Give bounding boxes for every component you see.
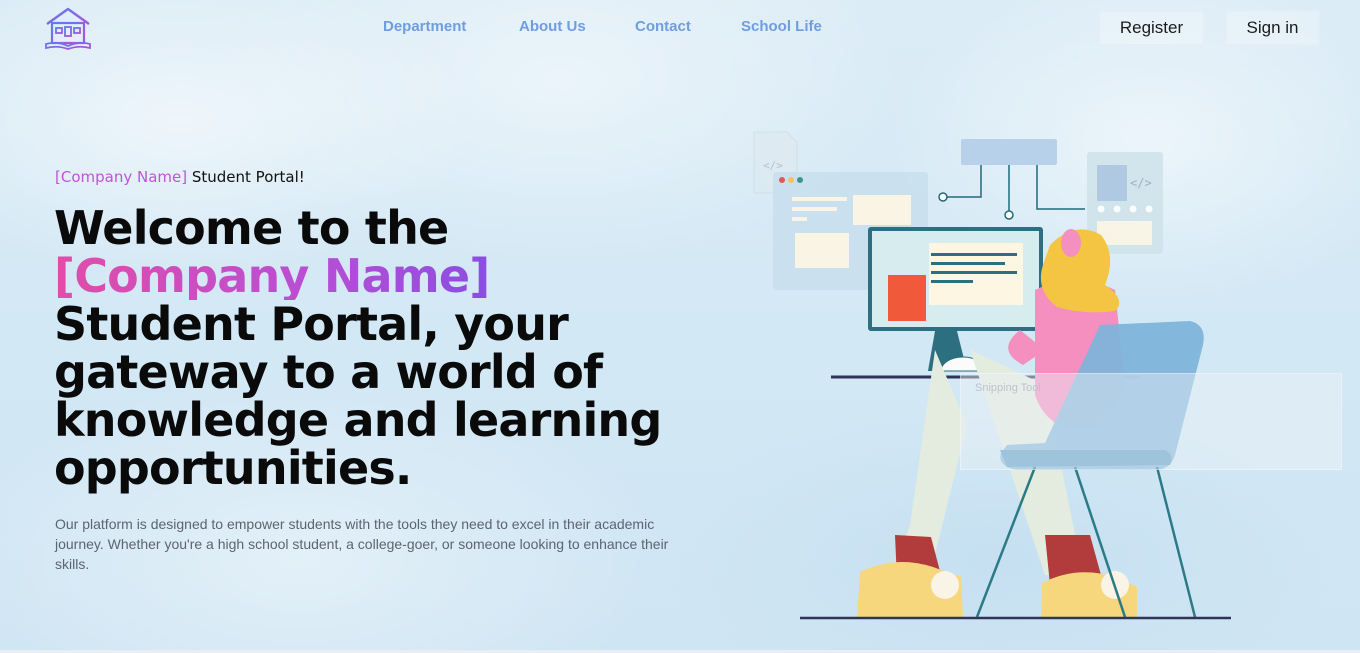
headline-rest: Student Portal, your gateway to a world … (54, 297, 662, 495)
eyebrow-company-name: [Company Name] (55, 168, 188, 186)
nav-link-about-us[interactable]: About Us (519, 18, 586, 35)
nav-link-contact[interactable]: Contact (635, 18, 691, 35)
school-logo-icon[interactable] (43, 6, 93, 50)
snipping-tool-label: Snipping Tool (975, 382, 1041, 394)
eyebrow-text: Student Portal! (187, 168, 305, 186)
hero-description: Our platform is designed to empower stud… (55, 516, 669, 572)
sign-in-button[interactable]: Sign in (1225, 10, 1320, 46)
register-button[interactable]: Register (1098, 10, 1205, 46)
headline-company-name: [Company Name] (54, 249, 490, 303)
headline-line1: Welcome to the (54, 201, 449, 255)
nav-link-school-life[interactable]: School Life (741, 18, 822, 35)
svg-text:</>: </> (763, 159, 783, 172)
hero-headline: Welcome to the [Company Name] Student Po… (54, 204, 674, 492)
svg-text:</>: </> (1130, 176, 1152, 190)
hero-eyebrow: [Company Name] Student Portal! (55, 168, 305, 186)
snipping-tool-overlay: Snipping Tool (960, 373, 1342, 470)
nav-link-department[interactable]: Department (383, 18, 466, 35)
